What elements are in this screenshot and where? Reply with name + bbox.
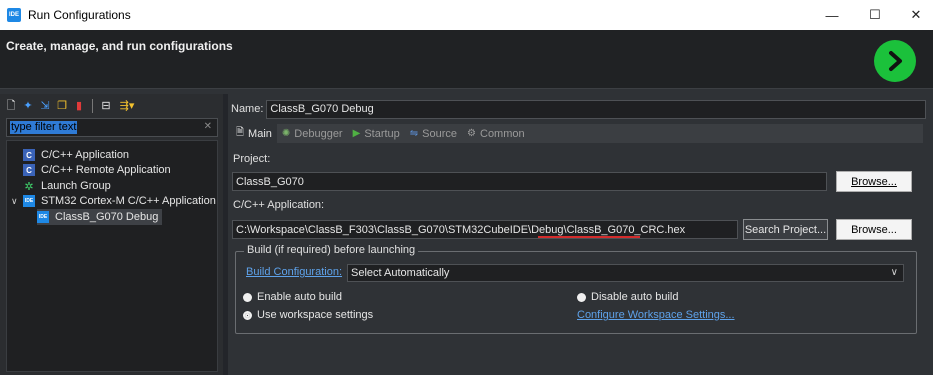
tab-main[interactable]: 🗎 Main <box>231 124 277 143</box>
config-tabs: 🗎 Main ✺ Debugger ▶ Startup ⇋ Source ⚙ C… <box>231 124 923 143</box>
dialog-header: Create, manage, and run configurations <box>0 30 933 89</box>
build-configuration-link[interactable]: Build Configuration: <box>246 266 342 278</box>
tree-item-label: C/C++ Remote Application <box>41 164 171 176</box>
tree-toolbar: 🗋 ✦ ⇲ ❐ ▮ ⊟ ⇶▾ <box>0 94 223 118</box>
dialog-heading: Create, manage, and run configurations <box>6 39 233 53</box>
group-title: Build (if required) before launching <box>244 244 419 256</box>
tab-label: Common <box>480 127 525 140</box>
radio-dot <box>577 292 586 302</box>
disable-auto-build-radio[interactable]: Disable auto build <box>577 291 678 303</box>
cc-icon: C <box>23 164 35 176</box>
collapse-all-icon[interactable]: ⊟ <box>99 99 113 113</box>
use-workspace-settings-radio[interactable]: Use workspace settings <box>243 309 373 321</box>
application-path-file: ClassB_G070_CRC.hex <box>566 223 686 236</box>
filter-field[interactable]: type filter text ✕ <box>6 118 218 137</box>
configuration-editor: Name: ClassB_G070 Debug 🗎 Main ✺ Debugge… <box>228 94 933 375</box>
tab-common[interactable]: ⚙ Common <box>462 124 530 143</box>
title-bar: IDE Run Configurations — ☐ ✕ <box>0 0 933 30</box>
enable-auto-build-radio[interactable]: Enable auto build <box>243 291 342 303</box>
tree-item-label: Launch Group <box>41 180 111 192</box>
configure-workspace-settings-link[interactable]: Configure Workspace Settings... <box>577 309 735 321</box>
debugger-tab-icon: ✺ <box>281 128 291 139</box>
cc-icon: C <box>23 149 35 161</box>
tree-item-cc-application[interactable]: C C/C++ Application <box>23 147 129 163</box>
delete-icon[interactable]: ▮ <box>72 99 86 113</box>
build-before-launch-group: Build (if required) before launching Bui… <box>235 244 917 334</box>
run-arrow-icon <box>874 40 916 82</box>
new-prototype-icon[interactable]: ✦ <box>21 99 35 113</box>
toolbar-separator <box>92 99 93 113</box>
filter-placeholder-text: type filter text <box>10 121 78 134</box>
chevron-down-icon: ∨ <box>890 267 898 278</box>
build-configuration-select[interactable]: Select Automatically ∨ <box>347 264 904 282</box>
tree-item-cc-remote-application[interactable]: C C/C++ Remote Application <box>23 162 171 178</box>
radio-label: Enable auto build <box>257 291 343 303</box>
select-value: Select Automatically <box>351 267 450 279</box>
common-tab-icon: ⚙ <box>467 128 476 139</box>
configuration-tree-pane: 🗋 ✦ ⇲ ❐ ▮ ⊟ ⇶▾ type filter text ✕ C C/C+… <box>0 94 223 375</box>
main-tab-icon: 🗎 <box>236 127 245 138</box>
search-project-button[interactable]: Search Project... <box>743 219 828 240</box>
tree-item-classb-g070-debug[interactable]: IDE ClassB_G070 Debug <box>37 209 163 225</box>
source-tab-icon: ⇋ <box>409 128 419 139</box>
maximize-button[interactable]: ☐ <box>858 0 892 30</box>
clear-filter-icon[interactable]: ✕ <box>204 121 212 132</box>
window-title: Run Configurations <box>28 8 131 22</box>
app-icon: IDE <box>7 8 21 22</box>
application-path-prefix: C:\Workspace\ClassB_F303\ClassB_G070\STM… <box>236 223 567 236</box>
browse-label: Browse... <box>851 223 897 236</box>
tree-item-label: ClassB_G070 Debug <box>55 211 159 223</box>
ide-icon: IDE <box>23 195 35 207</box>
browse-project-button[interactable]: Browse... <box>836 171 912 192</box>
application-label: C/C++ Application: <box>233 199 325 211</box>
tree-item-launch-group[interactable]: ✲ Launch Group <box>23 178 111 194</box>
tab-label: Source <box>422 127 458 140</box>
tab-label: Main <box>248 127 272 140</box>
tab-debugger[interactable]: ✺ Debugger <box>277 124 348 143</box>
configuration-tree: C C/C++ Application C C/C++ Remote Appli… <box>6 140 218 372</box>
name-input[interactable]: ClassB_G070 Debug <box>266 99 927 119</box>
browse-label: Browse... <box>851 175 897 188</box>
close-button[interactable]: ✕ <box>899 0 933 30</box>
new-config-icon[interactable]: 🗋 <box>4 99 18 113</box>
minimize-button[interactable]: — <box>815 0 849 30</box>
radio-dot <box>243 292 252 302</box>
name-row: Name: ClassB_G070 Debug <box>231 99 927 119</box>
tab-label: Startup <box>364 127 400 140</box>
tree-item-label: STM32 Cortex-M C/C++ Application <box>41 195 216 207</box>
tab-startup[interactable]: ▶ Startup <box>348 124 405 143</box>
chevron-down-icon[interactable]: ∨ <box>11 196 21 207</box>
project-label: Project: <box>233 153 271 165</box>
file-highlight-underline <box>538 236 640 238</box>
duplicate-icon[interactable]: ❐ <box>55 99 69 113</box>
tab-source[interactable]: ⇋ Source <box>405 124 462 143</box>
main-tab-panel: Project: ClassB_G070 Browse... C/C++ App… <box>231 143 923 375</box>
radio-label: Use workspace settings <box>257 309 374 321</box>
export-icon[interactable]: ⇲ <box>38 99 52 113</box>
tree-item-label: C/C++ Application <box>41 149 130 161</box>
launch-group-icon: ✲ <box>24 180 34 193</box>
radio-dot-selected <box>243 310 252 320</box>
tree-item-stm32-cortex-m[interactable]: ∨ IDE STM32 Cortex-M C/C++ Application <box>11 193 216 209</box>
tab-label: Debugger <box>294 127 343 140</box>
radio-label: Disable auto build <box>591 291 679 303</box>
project-field[interactable]: ClassB_G070 <box>232 172 827 191</box>
application-path-field[interactable]: C:\Workspace\ClassB_F303\ClassB_G070\STM… <box>232 220 738 239</box>
name-label: Name: <box>231 103 264 115</box>
filter-icon[interactable]: ⇶▾ <box>116 99 138 113</box>
ide-icon: IDE <box>37 211 49 223</box>
browse-application-button[interactable]: Browse... <box>836 219 912 240</box>
startup-tab-icon: ▶ <box>352 128 361 139</box>
